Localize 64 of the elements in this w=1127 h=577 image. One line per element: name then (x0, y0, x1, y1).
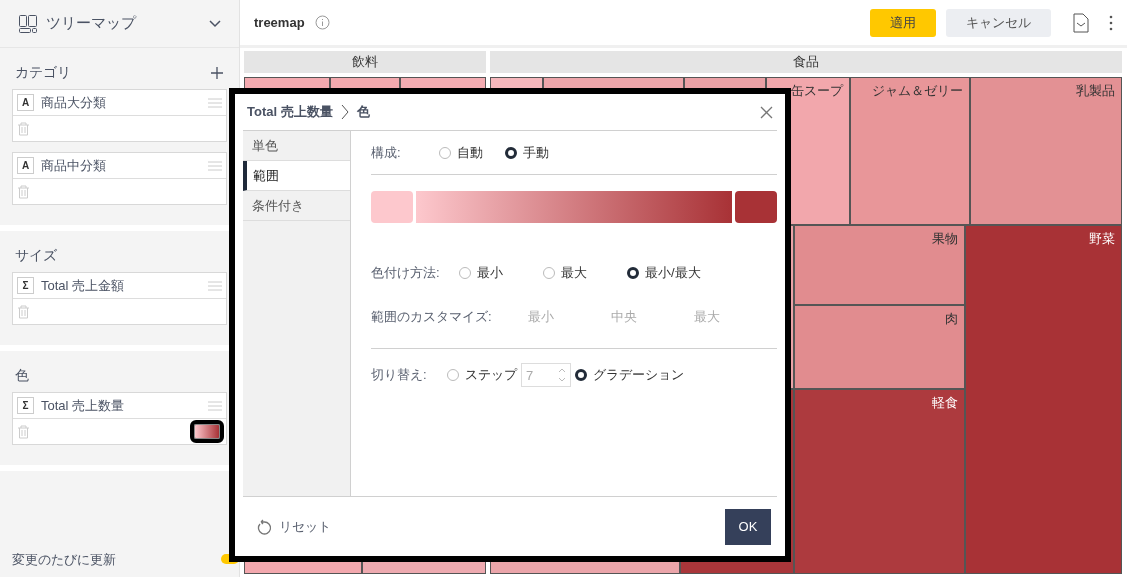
tab[interactable]: 範囲 (243, 161, 350, 191)
drag-handle-icon[interactable] (208, 280, 222, 291)
chart-title: treemap (254, 13, 305, 32)
field-type-icon: Σ (17, 277, 34, 294)
radio-option[interactable]: 手動 (505, 142, 549, 163)
trash-icon[interactable] (17, 121, 30, 136)
reset-icon (257, 518, 271, 535)
radio-option[interactable]: 最小 (459, 263, 503, 283)
spinner-arrows-icon[interactable] (557, 366, 567, 384)
close-icon[interactable] (760, 105, 773, 119)
field-label: 色付け方法: (371, 264, 441, 283)
chevron-down-icon[interactable] (209, 19, 221, 28)
max-color-swatch[interactable] (735, 191, 777, 223)
info-icon (314, 15, 330, 30)
group-header: 食品 (490, 51, 1122, 73)
field-name: Total 売上数量 (41, 396, 126, 415)
section-title: カテゴリ (15, 63, 71, 82)
treemap-icon (18, 13, 38, 34)
breadcrumb-item: 色 (356, 103, 370, 122)
tile-label: 野菜 (1089, 230, 1115, 248)
drag-handle-icon[interactable] (208, 400, 222, 411)
range-input[interactable]: 最小 (506, 306, 576, 327)
radio-option[interactable]: グラデーション (575, 365, 684, 385)
radio-option[interactable]: 自動 (439, 142, 483, 163)
group-header: 飲料 (244, 51, 486, 73)
reset-button[interactable]: リセット (257, 516, 331, 537)
cancel-button[interactable]: キャンセル (946, 8, 1051, 37)
range-input[interactable]: 最大 (672, 306, 742, 327)
drag-handle-icon[interactable] (208, 97, 222, 108)
field-type-icon: A (17, 157, 34, 174)
field-label: 切り替え: (371, 366, 428, 385)
tile-label: 肉 (945, 310, 958, 328)
drag-handle-icon[interactable] (208, 160, 222, 171)
chevron-right-icon (340, 104, 349, 120)
section-title: サイズ (15, 246, 57, 265)
document-icon[interactable] (1073, 12, 1089, 33)
tile-label: 缶スープ (791, 82, 843, 100)
add-icon[interactable] (210, 65, 224, 80)
min-color-swatch[interactable] (371, 191, 413, 223)
radio-option[interactable]: ステップ (447, 365, 517, 385)
apply-button[interactable]: 適用 (870, 8, 936, 37)
radio-option[interactable]: 最大 (543, 263, 587, 283)
ok-button[interactable]: OK (725, 508, 771, 545)
field-name: 商品中分類 (41, 156, 107, 175)
breadcrumb-item: Total 売上数量 (247, 103, 333, 122)
tile-label: 果物 (932, 230, 958, 248)
field-label: 範囲のカスタマイズ: (371, 307, 493, 326)
tile-label: ジャム＆ゼリー (872, 82, 963, 100)
tile-label: 乳製品 (1076, 82, 1115, 100)
tile-label: 軽食 (932, 394, 958, 412)
more-icon[interactable] (1109, 14, 1113, 31)
field-name: Total 売上金額 (41, 276, 126, 295)
trash-icon[interactable] (17, 304, 30, 319)
field-type-icon: Σ (17, 397, 34, 414)
range-input[interactable]: 中央 (589, 306, 659, 327)
field-name: 商品大分類 (41, 93, 107, 112)
chart-type-label: ツリーマップ (46, 13, 138, 34)
trash-icon[interactable] (17, 424, 30, 439)
field-label: 構成: (371, 143, 402, 162)
section-title: 色 (15, 366, 29, 385)
field-type-icon: A (17, 94, 34, 111)
trash-icon[interactable] (17, 184, 30, 199)
auto-update-label: 変更のたびに更新 (12, 550, 116, 569)
radio-option[interactable]: 最小/最大 (627, 263, 701, 283)
